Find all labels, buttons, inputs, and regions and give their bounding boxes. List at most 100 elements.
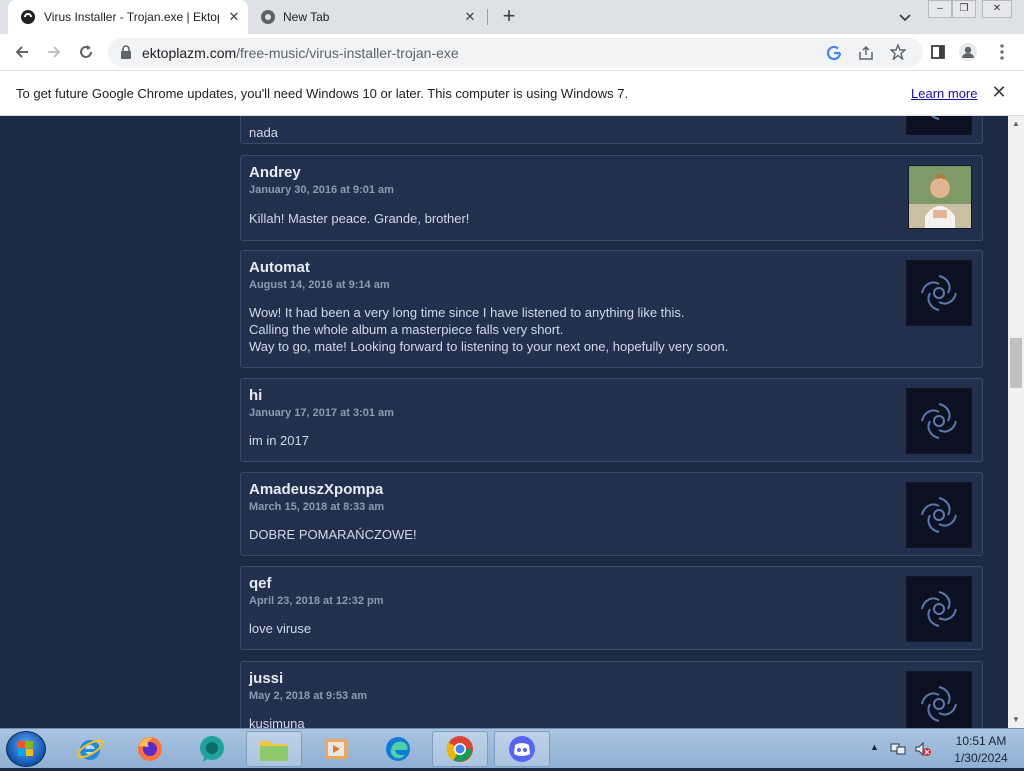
close-tab-icon[interactable]: ✕ <box>462 9 478 25</box>
comment-author: hi <box>249 387 263 404</box>
profile-button[interactable] <box>958 42 978 62</box>
maximize-button[interactable]: ❐ <box>952 0 976 18</box>
comment-date: January 17, 2017 at 3:01 am <box>249 407 394 419</box>
url-host: ektoplazm.com <box>142 45 237 61</box>
update-infobar: To get future Google Chrome updates, you… <box>0 71 1024 116</box>
page-content: nada Andrey January 30, 2016 at 9:01 am … <box>0 116 1008 728</box>
address-bar[interactable]: ektoplazm.com/free-music/virus-installer… <box>108 38 923 67</box>
tab-strip: Virus Installer - Trojan.exe | Ektop ✕ N… <box>0 0 1024 34</box>
comment-body: nada <box>249 125 278 140</box>
comment-author: qef <box>249 575 272 592</box>
comment-body: kusimuna <box>249 716 305 728</box>
url-path: /free-music/virus-installer-trojan-exe <box>236 45 459 61</box>
scroll-down-arrow-icon[interactable]: ▼ <box>1008 712 1024 728</box>
taskbar-internet-explorer[interactable] <box>62 731 118 767</box>
comment: qef April 23, 2018 at 12:32 pm love viru… <box>240 566 983 650</box>
bookmark-star-icon[interactable] <box>890 44 906 60</box>
infobar-message: To get future Google Chrome updates, you… <box>16 86 629 101</box>
chrome-menu-button[interactable] <box>992 42 1012 62</box>
taskbar-discord[interactable] <box>494 731 550 767</box>
comment-date: March 15, 2018 at 8:33 am <box>249 501 385 513</box>
tab-title: Virus Installer - Trojan.exe | Ektop <box>44 10 219 24</box>
chevron-down-icon[interactable] <box>896 8 914 26</box>
volume-muted-icon[interactable] <box>914 741 932 757</box>
chrome-icon <box>446 736 473 762</box>
default-avatar-icon <box>921 403 957 439</box>
windows-taskbar: ▲ 10:51 AM 1/30/2024 <box>0 728 1024 768</box>
learn-more-link[interactable]: Learn more <box>911 86 977 101</box>
ektoplazm-favicon-icon <box>21 10 35 24</box>
clock-time[interactable]: 10:51 AM <box>946 734 1016 748</box>
internet-explorer-icon <box>76 739 104 760</box>
side-panel-icon <box>931 45 945 59</box>
tab-title: New Tab <box>283 10 330 24</box>
avatar <box>908 165 972 229</box>
page-scrollbar[interactable]: ▲ ▼ <box>1008 116 1024 728</box>
media-player-icon <box>325 739 347 759</box>
minimize-button[interactable]: – <box>928 0 952 18</box>
tab-new-tab[interactable]: New Tab ✕ <box>248 0 486 34</box>
browser-toolbar: ektoplazm.com/free-music/virus-installer… <box>0 34 1024 71</box>
taskbar-chrome[interactable] <box>432 731 488 767</box>
arrow-left-icon <box>15 46 28 58</box>
chat-bubble-icon <box>200 736 224 762</box>
taskbar-firefox[interactable] <box>122 731 178 767</box>
share-icon[interactable] <box>858 45 874 61</box>
reload-button[interactable] <box>76 42 96 62</box>
comment-author: Automat <box>249 259 310 276</box>
comment: jussi May 2, 2018 at 9:53 am kusimuna <box>240 661 983 728</box>
close-tab-icon[interactable]: ✕ <box>226 9 242 25</box>
url-text: ektoplazm.com/free-music/virus-installer… <box>142 45 459 61</box>
comment-date: January 30, 2016 at 9:01 am <box>249 184 394 196</box>
comment: Andrey January 30, 2016 at 9:01 am Killa… <box>240 155 983 241</box>
side-panel-button[interactable] <box>928 42 948 62</box>
avatar <box>906 576 972 642</box>
start-button[interactable] <box>6 731 46 767</box>
kebab-menu-icon <box>1000 44 1004 60</box>
folder-icon <box>260 741 288 761</box>
show-hidden-icons-icon[interactable]: ▲ <box>870 742 879 752</box>
comment-author: jussi <box>249 670 284 687</box>
taskbar-edge[interactable] <box>370 731 426 767</box>
comment-date: May 2, 2018 at 9:53 am <box>249 690 368 702</box>
comment-date: August 14, 2016 at 9:14 am <box>249 279 390 291</box>
clock-date[interactable]: 1/30/2024 <box>946 751 1016 765</box>
close-window-button[interactable]: ✕ <box>982 0 1012 18</box>
comment: Automat August 14, 2016 at 9:14 am Wow! … <box>240 250 983 368</box>
default-avatar-icon <box>931 116 940 120</box>
comment-body: im in 2017 <box>249 433 309 448</box>
taskbar-app-green[interactable] <box>184 731 240 767</box>
default-avatar-icon <box>921 275 957 311</box>
comment-author: Andrey <box>249 164 301 181</box>
avatar <box>906 671 972 728</box>
reload-icon <box>80 45 92 58</box>
scroll-up-arrow-icon[interactable]: ▲ <box>1008 116 1024 132</box>
lock-icon <box>121 45 131 59</box>
chrome-favicon-icon <box>261 10 275 24</box>
forward-button[interactable] <box>44 42 64 62</box>
comment: hi January 17, 2017 at 3:01 am im in 201… <box>240 378 983 462</box>
taskbar-file-explorer[interactable] <box>246 731 302 767</box>
photo-avatar-icon <box>909 166 971 228</box>
discord-icon <box>509 736 535 762</box>
back-button[interactable] <box>12 42 32 62</box>
default-avatar-icon <box>921 686 957 722</box>
tab-separator <box>487 9 488 25</box>
taskbar-media-player[interactable] <box>308 731 364 767</box>
default-avatar-icon <box>921 591 957 627</box>
comment-date: April 23, 2018 at 12:32 pm <box>249 595 384 607</box>
scrollbar-thumb[interactable] <box>1010 338 1022 388</box>
comment-body: DOBRE POMARAŃCZOWE! <box>249 527 417 542</box>
close-icon[interactable]: ✕ <box>990 83 1008 101</box>
edge-icon <box>386 737 410 761</box>
comment: nada <box>240 116 983 144</box>
new-tab-button[interactable]: + <box>498 5 520 28</box>
system-tray: ▲ 10:51 AM 1/30/2024 <box>864 729 1024 769</box>
comment-author: AmadeuszXpompa <box>249 481 384 498</box>
network-icon[interactable] <box>890 741 908 757</box>
avatar <box>906 482 972 548</box>
avatar <box>906 116 972 135</box>
firefox-icon <box>138 737 162 761</box>
google-icon[interactable] <box>826 45 842 61</box>
tab-virus-installer[interactable]: Virus Installer - Trojan.exe | Ektop ✕ <box>8 0 248 34</box>
